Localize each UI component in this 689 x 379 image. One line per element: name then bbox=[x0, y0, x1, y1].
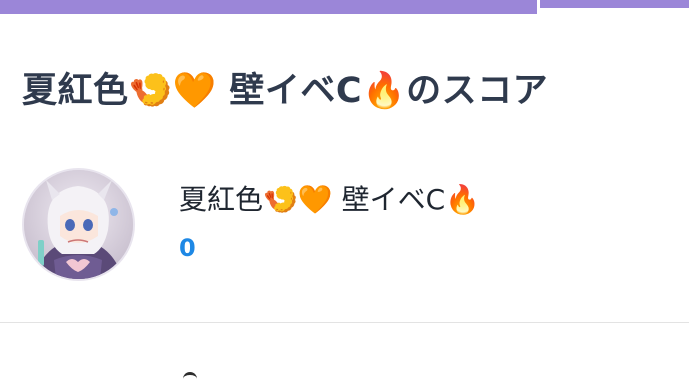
divider bbox=[0, 322, 689, 323]
title-user-name: 夏紅色 bbox=[22, 71, 129, 111]
score-value: 0 bbox=[179, 234, 196, 262]
top-progress-bar bbox=[0, 0, 689, 14]
shrimp-tempura-icon: 🍤 bbox=[128, 71, 173, 111]
progress-tail bbox=[540, 0, 689, 8]
score-page: 夏紅色🍤🧡 壁イベC🔥のスコア 夏紅色🍤🧡 壁イベC🔥 0 bbox=[0, 0, 689, 379]
page-title: 夏紅色🍤🧡 壁イベC🔥のスコア bbox=[22, 62, 548, 113]
profile-name[interactable]: 夏紅色🍤🧡 壁イベC🔥 bbox=[179, 178, 480, 218]
fire-icon: 🔥 bbox=[362, 71, 407, 111]
profile-group: 壁イベC bbox=[341, 183, 446, 216]
title-suffix: のスコア bbox=[406, 71, 549, 111]
next-item-partial-icon bbox=[183, 372, 197, 379]
profile-row[interactable]: 夏紅色🍤🧡 壁イベC🔥 0 bbox=[0, 160, 689, 290]
progress-fill bbox=[0, 0, 537, 14]
title-group: 壁イベC bbox=[229, 71, 363, 111]
orange-heart-icon: 🧡 bbox=[297, 183, 333, 216]
profile-user-name: 夏紅色 bbox=[179, 183, 264, 216]
fire-icon: 🔥 bbox=[445, 183, 481, 216]
shrimp-tempura-icon: 🍤 bbox=[263, 183, 298, 216]
avatar[interactable] bbox=[22, 168, 135, 281]
orange-heart-icon: 🧡 bbox=[172, 71, 217, 111]
anime-character-avatar-icon bbox=[24, 170, 133, 279]
